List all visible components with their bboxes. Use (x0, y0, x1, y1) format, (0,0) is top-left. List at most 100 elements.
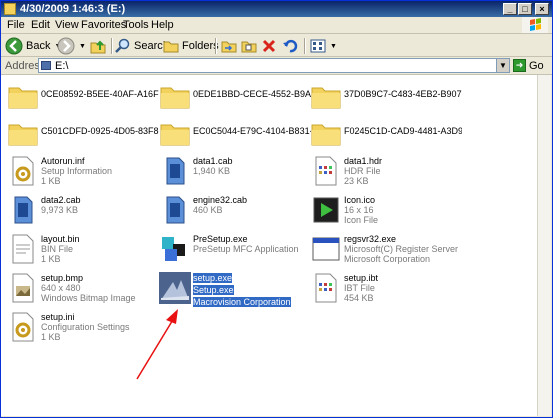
file-item[interactable]: data1.cab 1,940 KB (159, 155, 307, 195)
maximize-button[interactable]: □ (518, 3, 532, 15)
file-item[interactable]: data1.hdr HDR File 23 KB (310, 155, 458, 195)
setup-info-icon (12, 156, 34, 186)
file-name: 0CE08592-B5EE-40AF-A16F-4... (41, 89, 159, 99)
file-name: engine32.cab (193, 195, 248, 205)
drive-icon (41, 61, 51, 70)
title-bar[interactable]: 4/30/2009 1:46:3 (E:) _ □ × (1, 1, 552, 17)
copy-to-button[interactable] (241, 37, 257, 55)
go-button[interactable]: ➜ Go (513, 58, 544, 73)
file-view[interactable]: 0CE08592-B5EE-40AF-A16F-4... 0EDE1BBD-CE… (1, 75, 537, 416)
folder-icon (311, 124, 341, 146)
address-bar: Address E:\ ▼ ➜ Go (1, 57, 552, 75)
file-type: Icon File (344, 215, 379, 225)
menu-help[interactable]: Help (151, 19, 174, 31)
folder-item[interactable]: 0CE08592-B5EE-40AF-A16F-4... (7, 80, 159, 120)
file-size: 1,940 KB (193, 166, 231, 176)
file-name: EC0C5044-E79C-4104-B831-5... (193, 126, 311, 136)
menu-view[interactable]: View (55, 19, 79, 31)
search-icon (115, 38, 130, 53)
hdr-file-icon (315, 156, 337, 186)
folder-icon (8, 124, 38, 146)
file-name: setup.bmp (41, 273, 84, 283)
folder-icon (160, 124, 190, 146)
forward-button[interactable]: ▼ (57, 37, 86, 55)
file-size: 23 KB (344, 176, 369, 186)
copy-to-icon (241, 41, 257, 53)
menu-file[interactable]: File (7, 19, 25, 31)
undo-icon (283, 39, 298, 53)
file-type: HDR File (344, 166, 381, 176)
file-name: 37D0B9C7-C483-4EB2-B907-4... (344, 89, 462, 99)
search-button[interactable]: Search (115, 37, 169, 55)
up-folder-button[interactable] (89, 37, 107, 55)
file-name: PreSetup.exe (193, 234, 248, 244)
file-size: 454 KB (344, 293, 374, 303)
go-label: Go (529, 59, 544, 72)
window-title: 4/30/2009 1:46:3 (E:) (20, 3, 126, 15)
file-size: 1 KB (41, 176, 61, 186)
file-name: setup.exe (193, 273, 233, 283)
file-type: BIN File (41, 244, 74, 254)
back-button[interactable]: Back ▼ (5, 37, 61, 55)
file-type: Configuration Settings (41, 322, 130, 332)
file-item[interactable]: engine32.cab 460 KB (159, 194, 307, 234)
file-item-selected[interactable]: setup.exe Setup.exe Macrovision Corporat… (159, 272, 307, 312)
go-arrow-icon: ➜ (513, 59, 526, 72)
file-name: setup.ibt (344, 273, 379, 283)
views-button[interactable]: ▼ (310, 37, 337, 55)
file-size: 1 KB (41, 332, 61, 342)
file-item[interactable]: setup.ini Configuration Settings 1 KB (7, 311, 155, 351)
file-item[interactable]: layout.bin BIN File 1 KB (7, 233, 155, 273)
address-dropdown-icon[interactable]: ▼ (496, 59, 509, 72)
move-to-icon (221, 41, 237, 53)
folder-item[interactable]: C501CDFD-0925-4D05-83F8-... (7, 117, 159, 157)
file-name: setup.ini (41, 312, 75, 322)
file-item[interactable]: Icon.ico 16 x 16 Icon File (310, 194, 458, 234)
folder-item[interactable]: F0245C1D-CAD9-4481-A3D9-... (310, 117, 462, 157)
config-icon (12, 312, 34, 342)
file-item[interactable]: setup.bmp 640 x 480 Windows Bitmap Image (7, 272, 155, 312)
forward-dropdown-icon[interactable]: ▼ (79, 43, 86, 50)
toolbar-separator (304, 38, 305, 54)
views-dropdown-icon[interactable]: ▼ (330, 43, 337, 50)
folder-icon (4, 3, 16, 15)
forward-arrow-icon (57, 37, 75, 55)
file-name: data2.cab (41, 195, 81, 205)
menu-tools[interactable]: Tools (123, 19, 149, 31)
bitmap-icon (12, 273, 34, 303)
file-item[interactable]: setup.ibt IBT File 454 KB (310, 272, 458, 312)
toolbar-separator (215, 38, 216, 54)
move-to-button[interactable] (221, 37, 237, 55)
folders-button[interactable]: Folders (163, 37, 219, 55)
file-name: layout.bin (41, 234, 80, 244)
presetup-exe-icon (162, 237, 185, 261)
file-item[interactable]: data2.cab 9,973 KB (7, 194, 155, 234)
up-folder-icon (90, 40, 106, 54)
file-description: PreSetup MFC Application (193, 244, 299, 254)
folder-item[interactable]: EC0C5044-E79C-4104-B831-5... (159, 117, 311, 157)
file-item[interactable]: PreSetup.exe PreSetup MFC Application (159, 233, 307, 273)
ibt-file-icon (315, 273, 337, 303)
bin-file-icon (12, 234, 34, 264)
folder-item[interactable]: 37D0B9C7-C483-4EB2-B907-4... (310, 80, 462, 120)
undo-button[interactable] (282, 37, 298, 55)
close-button[interactable]: × (535, 3, 549, 15)
menu-bar: File Edit View Favorites Tools Help (1, 17, 552, 34)
folder-icon (160, 87, 190, 109)
cab-icon (14, 196, 33, 224)
folder-item[interactable]: 0EDE1BBD-CECE-4552-B9AF-... (159, 80, 311, 120)
address-input[interactable]: E:\ ▼ (38, 58, 510, 73)
menu-favorites[interactable]: Favorites (81, 19, 126, 31)
delete-button[interactable] (261, 37, 277, 55)
file-name: data1.hdr (344, 156, 383, 166)
file-type: IBT File (344, 283, 375, 293)
file-item[interactable]: regsvr32.exe Microsoft(C) Register Serve… (310, 233, 458, 273)
file-company: Macrovision Corporation (193, 297, 291, 307)
cab-icon (166, 196, 185, 224)
address-value: E:\ (55, 60, 69, 72)
menu-edit[interactable]: Edit (31, 19, 50, 31)
vertical-scrollbar[interactable] (537, 75, 551, 416)
file-item[interactable]: Autorun.inf Setup Information 1 KB (7, 155, 155, 195)
standard-toolbar: Back ▼ ▼ Search (1, 35, 552, 57)
minimize-button[interactable]: _ (503, 3, 517, 15)
